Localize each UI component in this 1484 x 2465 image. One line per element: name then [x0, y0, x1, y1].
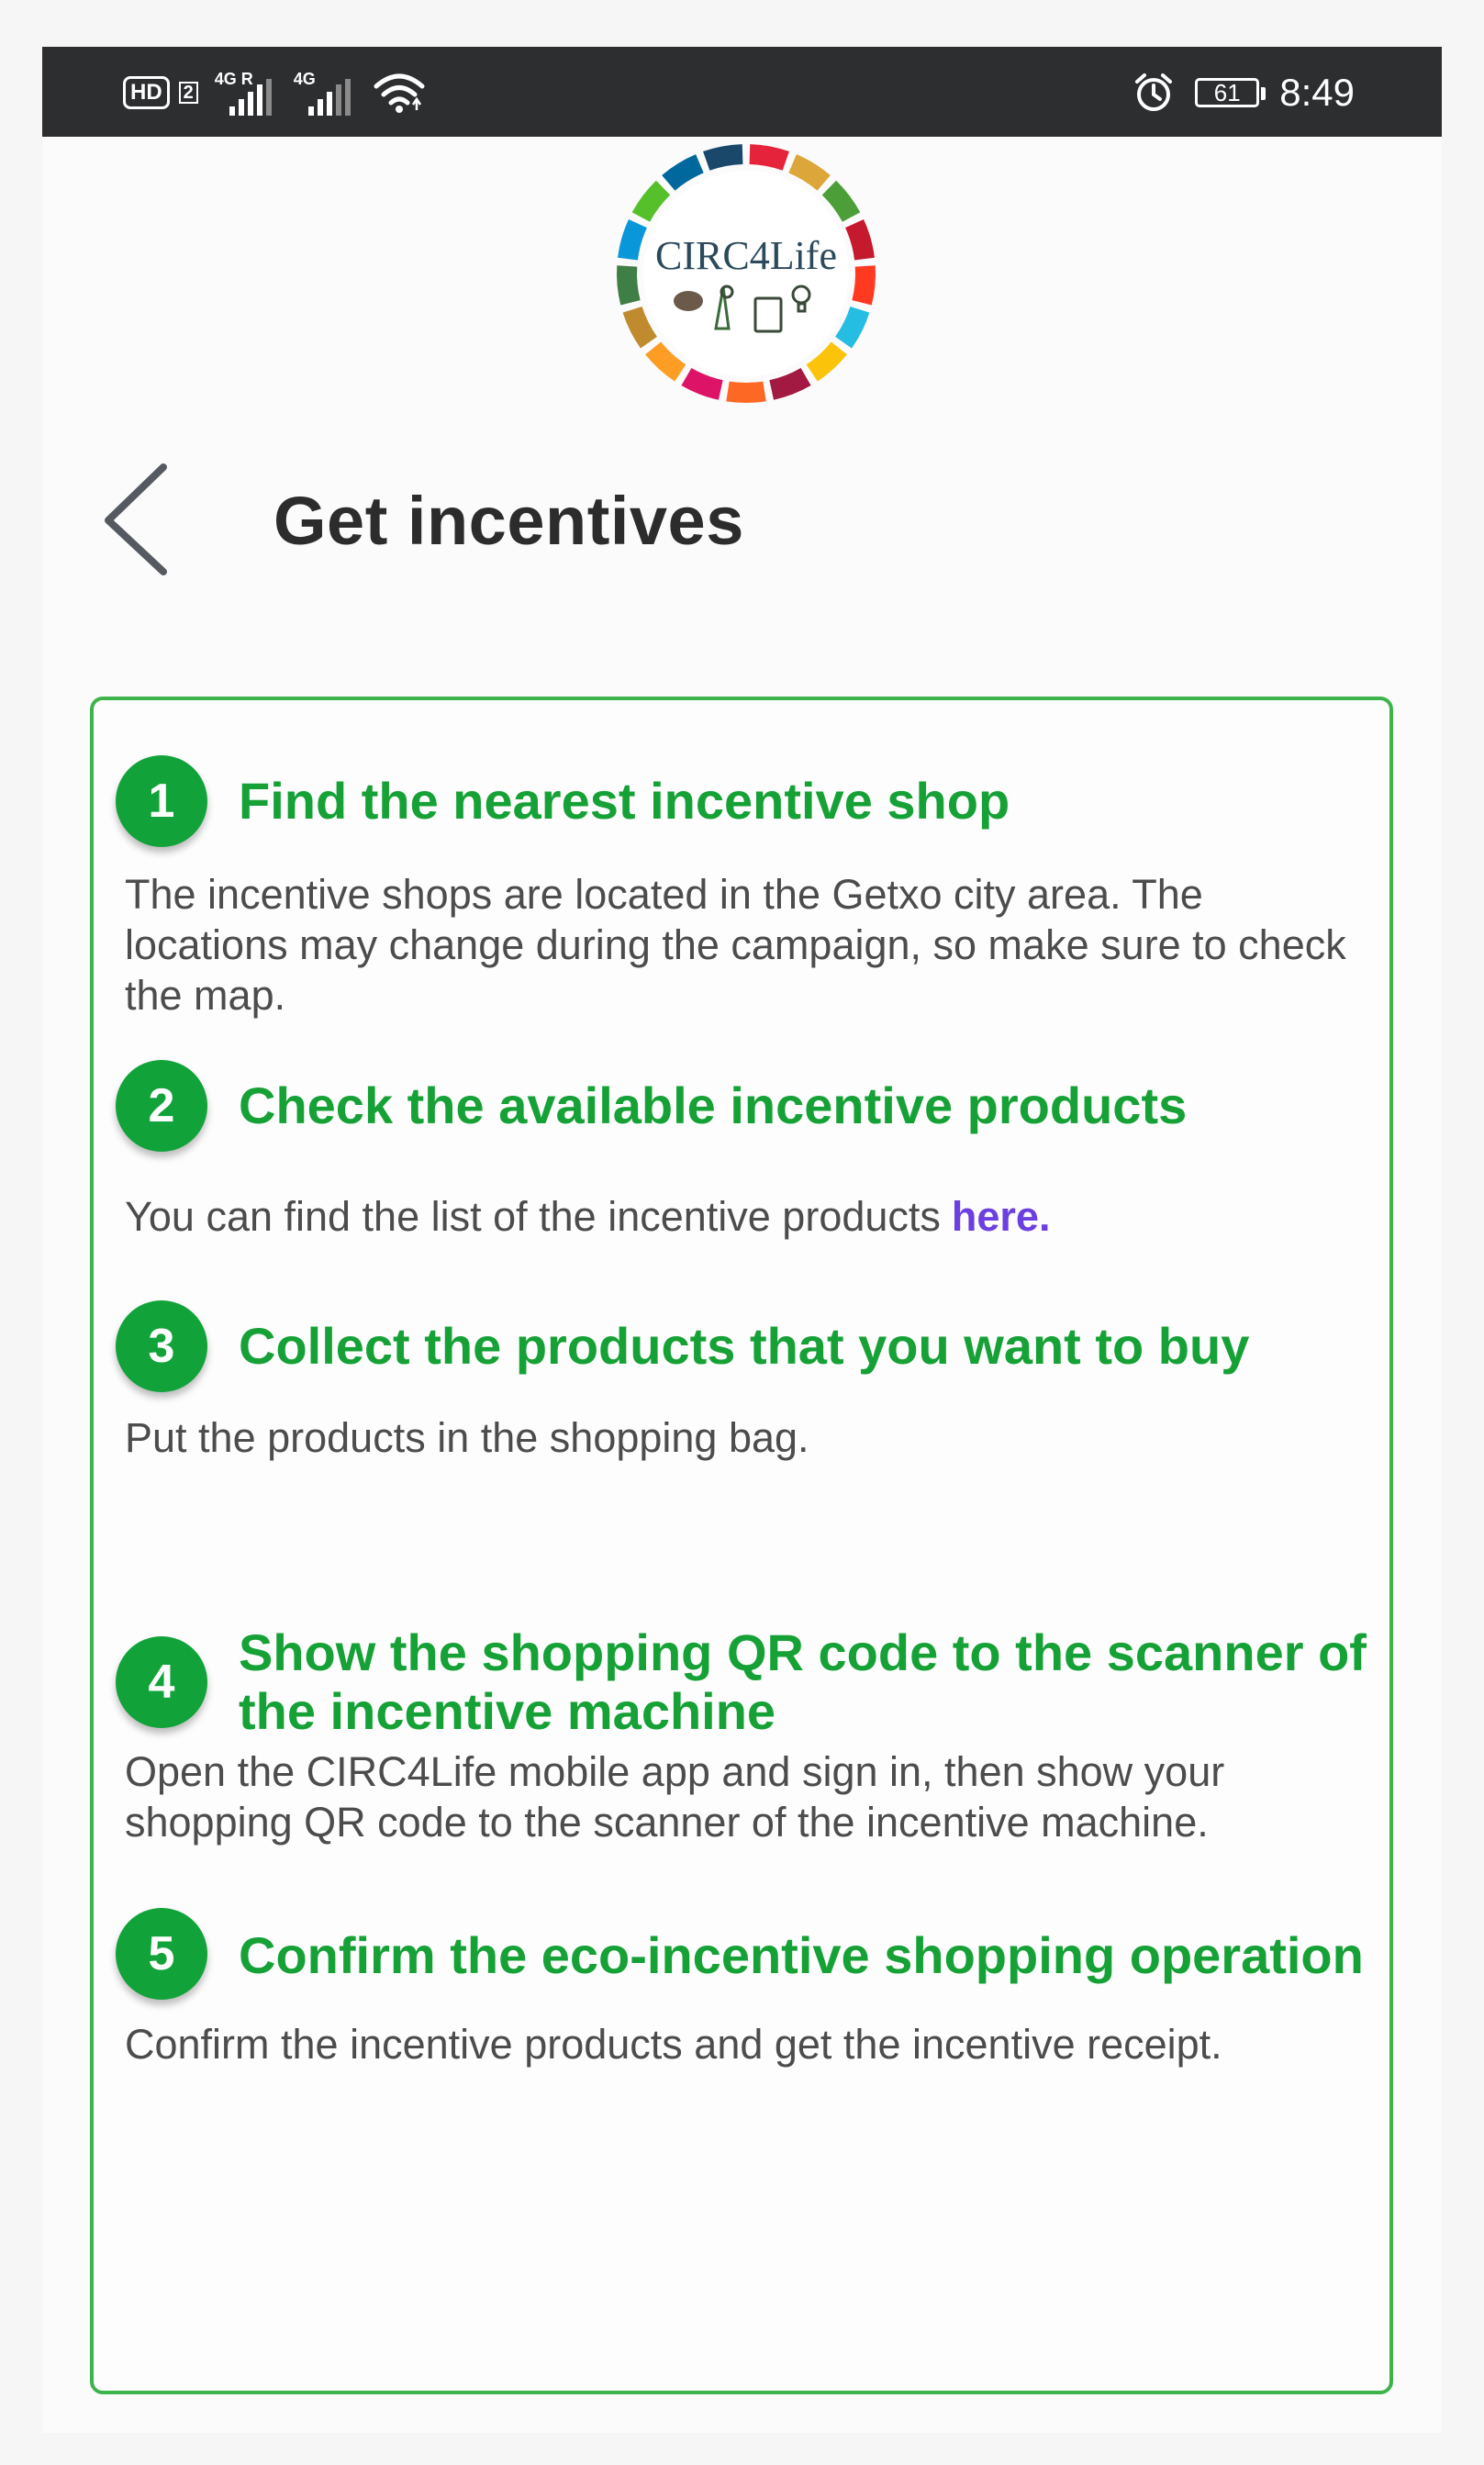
- wifi-icon: [374, 73, 425, 113]
- logo-text: CIRC4Life: [655, 233, 837, 278]
- back-button[interactable]: [92, 460, 184, 579]
- status-left-group: HD 2 4G R 4G: [123, 67, 426, 118]
- logo-ring-segment: [662, 154, 704, 191]
- logo-ring-segment: [622, 306, 658, 349]
- status-right-group: 61 8:49: [1133, 65, 1355, 120]
- signal-strength-icon-2: 4G: [294, 70, 351, 116]
- step-title: Confirm the eco-incentive shopping opera…: [239, 1926, 1364, 1984]
- step-number-badge: 5: [116, 1908, 207, 2000]
- page-title: Get incentives: [273, 483, 744, 559]
- incentive-steps-card: 1 Find the nearest incentive shop The in…: [90, 697, 1393, 2394]
- logo-ring-segment: [681, 367, 723, 400]
- alarm-clock-icon: [1135, 73, 1173, 111]
- logo-ring-segment: [631, 180, 671, 223]
- status-bar: HD 2 4G R 4G 61 8:49: [42, 47, 1442, 137]
- status-time: 8:49: [1279, 71, 1355, 114]
- logo-ring-segment: [844, 218, 875, 261]
- sim-number: 2: [178, 82, 198, 104]
- step-number-badge: 3: [116, 1300, 207, 1392]
- step-number-badge: 4: [116, 1636, 207, 1728]
- logo-ring-segment: [617, 265, 641, 306]
- signal-strength-icon: 4G R: [215, 70, 272, 116]
- logo-ring-segment: [788, 154, 831, 191]
- logo-ring-segment: [852, 265, 876, 306]
- hd-voice-icon: HD: [123, 76, 170, 109]
- step-number-badge: 1: [116, 755, 207, 847]
- logo-ring-segment: [703, 144, 743, 171]
- step-title: Find the nearest incentive shop: [239, 772, 1010, 830]
- battery-icon: 61: [1195, 78, 1266, 107]
- logo-ring-segment: [821, 180, 861, 223]
- chevron-left-icon: [105, 463, 167, 575]
- step-description: Open the CIRC4Life mobile app and sign i…: [125, 1748, 1225, 1846]
- app-screen: HD 2 4G R 4G 61 8:49 CIRC4Life Get incen…: [42, 47, 1442, 2433]
- battery-level: 61: [1213, 79, 1241, 106]
- page-header: Get incentives: [42, 441, 1442, 597]
- incentive-products-link[interactable]: here.: [952, 1193, 1051, 1240]
- step-title: Check the available incentive products: [239, 1076, 1188, 1134]
- step-number-badge: 2: [116, 1060, 207, 1152]
- logo-ring-segment: [749, 144, 789, 171]
- step-description: Confirm the incentive products and get t…: [125, 2021, 1222, 2068]
- logo-ring-segment: [618, 218, 648, 261]
- step-title: Collect the products that you want to bu…: [239, 1317, 1250, 1375]
- step-description: The incentive shops are located in the G…: [125, 871, 1346, 1019]
- network-type-label-2: 4G: [293, 70, 316, 88]
- logo-ring-segment: [726, 381, 766, 403]
- step-title: Show the shopping QR code to the scanner…: [239, 1623, 1367, 1740]
- logo-ring-segment: [645, 341, 686, 382]
- logo-ring-segment: [806, 341, 847, 382]
- step-description: You can find the list of the incentive p…: [125, 1191, 1368, 1242]
- logo-ring-segment: [834, 306, 870, 349]
- step-description-text: You can find the list of the incentive p…: [125, 1193, 941, 1240]
- network-type-label: 4G R: [214, 70, 253, 88]
- logo-ring-segment: [769, 367, 811, 400]
- circ4life-logo: CIRC4Life: [617, 144, 876, 403]
- step-description: Put the products in the shopping bag.: [125, 1414, 809, 1461]
